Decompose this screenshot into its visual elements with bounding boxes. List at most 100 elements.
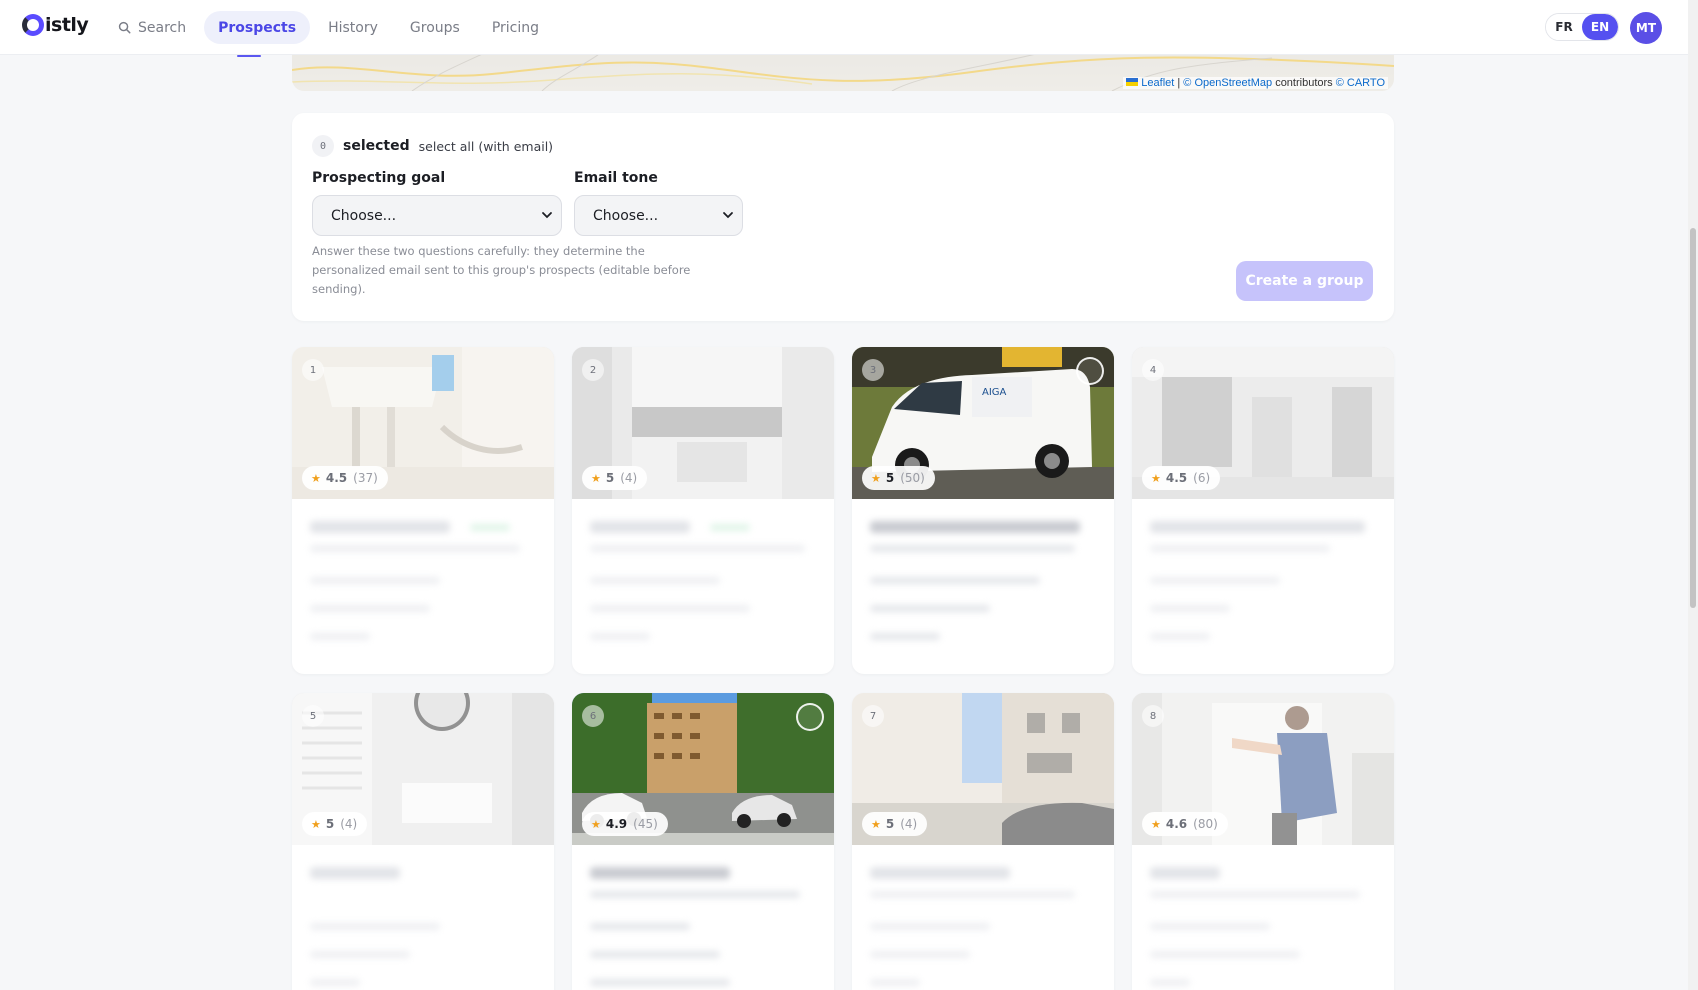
star-icon: ★ xyxy=(311,817,321,831)
lang-fr-button[interactable]: FR xyxy=(1546,14,1582,40)
review-count: (50) xyxy=(900,471,925,485)
blurred-details xyxy=(590,515,816,665)
email-tone-select[interactable]: Choose... xyxy=(574,195,743,236)
blurred-details xyxy=(310,515,536,665)
nav-prospects[interactable]: Prospects xyxy=(204,11,311,57)
top-navbar: istly Search Prospects History Groups Pr… xyxy=(0,0,1688,57)
card-number: 2 xyxy=(582,359,604,381)
create-group-button[interactable]: Create a group xyxy=(1236,261,1373,301)
prospect-card[interactable]: 6 ★ 4.9 (45) xyxy=(572,693,834,990)
scrollbar-thumb[interactable] xyxy=(1690,228,1696,608)
blurred-details xyxy=(310,861,536,990)
review-count: (80) xyxy=(1193,817,1218,831)
prospect-card[interactable]: AIGA 3 ★ 5 (50) xyxy=(852,347,1114,674)
osm-link[interactable]: © OpenStreetMap xyxy=(1183,77,1272,89)
star-icon: ★ xyxy=(1151,471,1161,485)
chevron-down-icon xyxy=(723,212,733,219)
card-number: 6 xyxy=(582,705,604,727)
card-number: 8 xyxy=(1142,705,1164,727)
nav-pricing[interactable]: Pricing xyxy=(478,11,553,44)
prospect-card[interactable]: 2 ★ 5 (4) xyxy=(572,347,834,674)
selected-label: selected xyxy=(343,138,410,154)
star-icon: ★ xyxy=(871,471,881,485)
card-number: 4 xyxy=(1142,359,1164,381)
email-tone-label: Email tone xyxy=(574,170,658,186)
prospecting-goal-value: Choose... xyxy=(331,207,397,224)
user-avatar[interactable]: MT xyxy=(1630,12,1662,44)
review-count: (4) xyxy=(620,471,638,485)
blurred-details xyxy=(1150,861,1376,990)
review-count: (37) xyxy=(353,471,378,485)
carto-link[interactable]: © CARTO xyxy=(1336,77,1385,89)
card-number: 1 xyxy=(302,359,324,381)
rating-score: 5 xyxy=(325,817,335,831)
prospect-card[interactable]: 8 ★ 4.6 (80) xyxy=(1132,693,1394,990)
blurred-details xyxy=(870,861,1096,990)
rating-badge: ★ 4.5 (6) xyxy=(1142,466,1221,490)
ukraine-flag-icon xyxy=(1126,78,1139,86)
nav-search[interactable]: Search xyxy=(104,11,200,44)
leaflet-link[interactable]: Leaflet xyxy=(1141,77,1174,89)
rating-badge: ★ 5 (4) xyxy=(862,812,928,836)
rating-score: 4.5 xyxy=(1165,471,1188,485)
nav-prospects-label: Prospects xyxy=(218,19,297,36)
prospect-card[interactable]: 1 ★ 4.5 (37) xyxy=(292,347,554,674)
select-all-link[interactable]: select all (with email) xyxy=(419,139,553,154)
select-prospect-toggle[interactable] xyxy=(796,703,824,731)
brand-name: istly xyxy=(45,14,89,36)
svg-text:AIGA: AIGA xyxy=(982,387,1007,398)
email-tone-value: Choose... xyxy=(593,207,659,224)
map-attribution: Leaflet | © OpenStreetMap contributors ©… xyxy=(1123,77,1388,89)
attr-separator: | xyxy=(1177,77,1181,89)
blurred-details xyxy=(1150,515,1376,665)
rating-score: 4.6 xyxy=(1165,817,1188,831)
rating-score: 4.9 xyxy=(605,817,628,831)
review-count: (6) xyxy=(1193,471,1211,485)
main-nav: Search Prospects History Groups Pricing xyxy=(104,11,557,57)
search-icon xyxy=(118,21,131,34)
group-hint-text: Answer these two questions carefully: th… xyxy=(312,244,691,296)
rating-score: 5 xyxy=(605,471,615,485)
page-scrollbar[interactable] xyxy=(1688,0,1698,990)
card-number: 3 xyxy=(862,359,884,381)
create-group-panel: 0 selected select all (with email) Prosp… xyxy=(292,113,1394,321)
review-count: (4) xyxy=(340,817,358,831)
attr-contributors: contributors xyxy=(1275,77,1333,89)
language-switcher: FR EN xyxy=(1545,13,1619,41)
rating-badge: ★ 4.5 (37) xyxy=(302,466,388,490)
star-icon: ★ xyxy=(311,471,321,485)
blurred-details xyxy=(590,861,816,990)
select-prospect-toggle[interactable] xyxy=(1076,357,1104,385)
star-icon: ★ xyxy=(591,817,601,831)
selection-row: 0 selected select all (with email) xyxy=(312,135,553,157)
brand-logo[interactable]: istly xyxy=(22,14,89,36)
logo-icon xyxy=(22,14,44,36)
card-number: 7 xyxy=(862,705,884,727)
chevron-down-icon xyxy=(542,212,552,219)
rating-score: 5 xyxy=(885,471,895,485)
rating-badge: ★ 4.9 (45) xyxy=(582,812,668,836)
prospect-card[interactable]: 4 ★ 4.5 (6) xyxy=(1132,347,1394,674)
star-icon: ★ xyxy=(591,471,601,485)
rating-score: 4.5 xyxy=(325,471,348,485)
nav-history-label: History xyxy=(328,19,378,36)
prospecting-goal-select[interactable]: Choose... xyxy=(312,195,562,236)
review-count: (45) xyxy=(633,817,658,831)
nav-groups[interactable]: Groups xyxy=(396,11,474,44)
nav-pricing-label: Pricing xyxy=(491,19,540,36)
prospect-card[interactable]: 5 ★ 5 (4) xyxy=(292,693,554,990)
star-icon: ★ xyxy=(871,817,881,831)
rating-badge: ★ 4.6 (80) xyxy=(1142,812,1228,836)
card-number: 5 xyxy=(302,705,324,727)
rating-badge: ★ 5 (50) xyxy=(862,466,935,490)
prospecting-goal-label: Prospecting goal xyxy=(312,170,446,186)
rating-badge: ★ 5 (4) xyxy=(302,812,368,836)
rating-score: 5 xyxy=(885,817,895,831)
lang-en-button[interactable]: EN xyxy=(1582,14,1618,40)
nav-search-label: Search xyxy=(138,19,187,36)
nav-history[interactable]: History xyxy=(314,11,392,44)
star-icon: ★ xyxy=(1151,817,1161,831)
rating-badge: ★ 5 (4) xyxy=(582,466,648,490)
selected-count-badge: 0 xyxy=(312,135,334,157)
prospect-card[interactable]: 7 ★ 5 (4) xyxy=(852,693,1114,990)
